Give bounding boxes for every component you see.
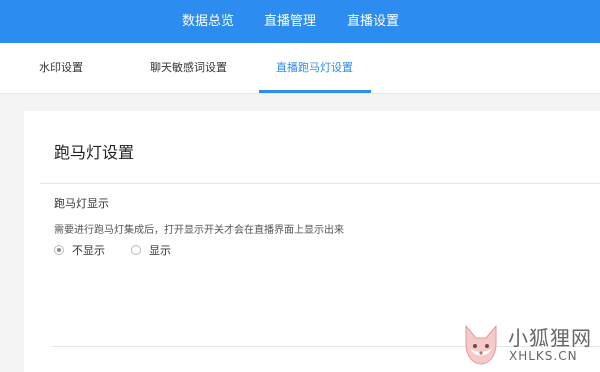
tab-marquee-settings[interactable]: 直播跑马灯设置 [276,43,353,93]
settings-tab-bar: 水印设置 聊天敏感词设置 直播跑马灯设置 [0,43,600,94]
radio-show-label: 显示 [149,244,171,257]
fox-logo-icon [465,324,497,365]
radio-hide-label: 不显示 [72,244,105,257]
section-description: 需要进行跑马灯集成后，打开显示开关才会在直播界面上显示出来 [54,225,344,236]
tab-chat-sensitive-words[interactable]: 聊天敏感词设置 [150,43,227,93]
page-title: 跑马灯设置 [54,143,135,162]
nav-data-overview[interactable]: 数据总览 [182,0,234,43]
watermark-domain-text: XHLKS.CN [509,349,578,363]
top-navigation-bar: 数据总览 直播管理 直播设置 [0,0,600,43]
site-watermark: 小狐狸网 XHLKS.CN [460,318,600,372]
active-tab-indicator [259,90,371,93]
nav-live-management[interactable]: 直播管理 [264,0,316,43]
radio-checked-icon[interactable] [54,245,64,255]
tab-watermark-settings[interactable]: 水印设置 [39,43,83,93]
title-divider [40,183,600,184]
radio-unchecked-icon[interactable] [131,245,141,255]
section-label: 跑马灯显示 [54,197,109,210]
nav-live-settings[interactable]: 直播设置 [347,0,399,43]
watermark-chinese-text: 小狐狸网 [508,326,592,350]
